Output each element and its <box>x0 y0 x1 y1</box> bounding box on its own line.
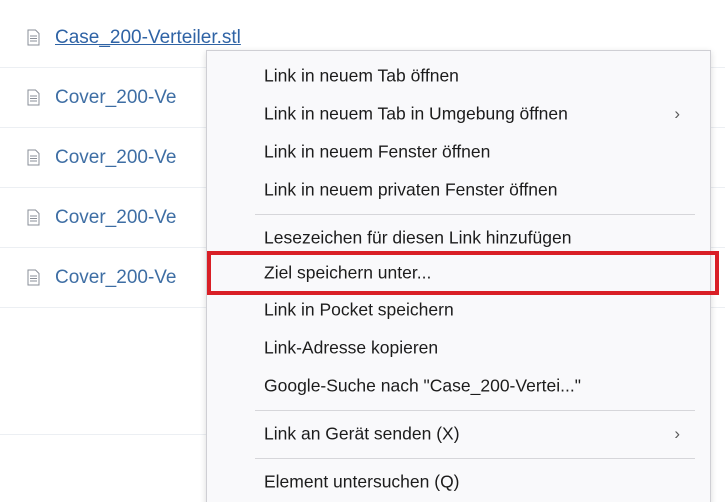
menu-item-label: Link in Pocket speichern <box>264 299 454 320</box>
divider <box>0 434 215 435</box>
document-icon <box>27 149 40 165</box>
menu-item-inspect-element[interactable]: Element untersuchen (Q) <box>207 463 710 501</box>
menu-separator <box>255 214 695 215</box>
menu-item-open-in-new-window[interactable]: Link in neuem Fenster öffnen <box>207 133 710 171</box>
menu-item-open-in-new-tab[interactable]: Link in neuem Tab öffnen <box>207 57 710 95</box>
menu-item-label: Google-Suche nach "Case_200-Vertei..." <box>264 375 581 396</box>
menu-item-label: Lesezeichen für diesen Link hinzufügen <box>264 227 572 248</box>
file-link[interactable]: Case_200-Verteiler.stl <box>55 27 241 49</box>
menu-item-open-in-new-container-tab[interactable]: Link in neuem Tab in Umgebung öffnen › <box>207 95 710 133</box>
menu-item-send-link-to-device[interactable]: Link an Gerät senden (X) › <box>207 415 710 453</box>
menu-separator <box>255 410 695 411</box>
menu-item-google-search[interactable]: Google-Suche nach "Case_200-Vertei..." <box>207 367 710 405</box>
menu-item-open-in-private-window[interactable]: Link in neuem privaten Fenster öffnen <box>207 171 710 209</box>
highlight-box <box>207 251 719 295</box>
file-link[interactable]: Cover_200-Ve <box>55 207 176 229</box>
page: Case_200-Verteiler.stl Cover_200-Ve Cove… <box>0 0 725 502</box>
menu-item-label: Link in neuem privaten Fenster öffnen <box>264 179 558 200</box>
menu-item-label: Element untersuchen (Q) <box>264 471 460 492</box>
file-link[interactable]: Cover_200-Ve <box>55 147 176 169</box>
file-link[interactable]: Cover_200-Ve <box>55 87 176 109</box>
document-icon <box>27 89 40 105</box>
menu-item-label: Link-Adresse kopieren <box>264 337 439 358</box>
context-menu: Link in neuem Tab öffnen Link in neuem T… <box>206 50 719 502</box>
chevron-right-icon: › <box>674 424 680 443</box>
document-icon <box>27 209 40 225</box>
menu-item-label: Link in neuem Tab öffnen <box>264 65 459 86</box>
menu-item-label: Link in neuem Fenster öffnen <box>264 141 491 162</box>
chevron-right-icon: › <box>674 104 680 123</box>
menu-item-label: Link an Gerät senden (X) <box>264 423 460 444</box>
menu-separator <box>255 458 695 459</box>
document-icon <box>27 29 40 45</box>
menu-item-label: Link in neuem Tab in Umgebung öffnen <box>264 103 568 124</box>
menu-item-save-to-pocket[interactable]: Link in Pocket speichern <box>207 291 710 329</box>
menu-item-copy-link[interactable]: Link-Adresse kopieren <box>207 329 710 367</box>
document-icon <box>27 269 40 285</box>
file-link[interactable]: Cover_200-Ve <box>55 267 176 289</box>
